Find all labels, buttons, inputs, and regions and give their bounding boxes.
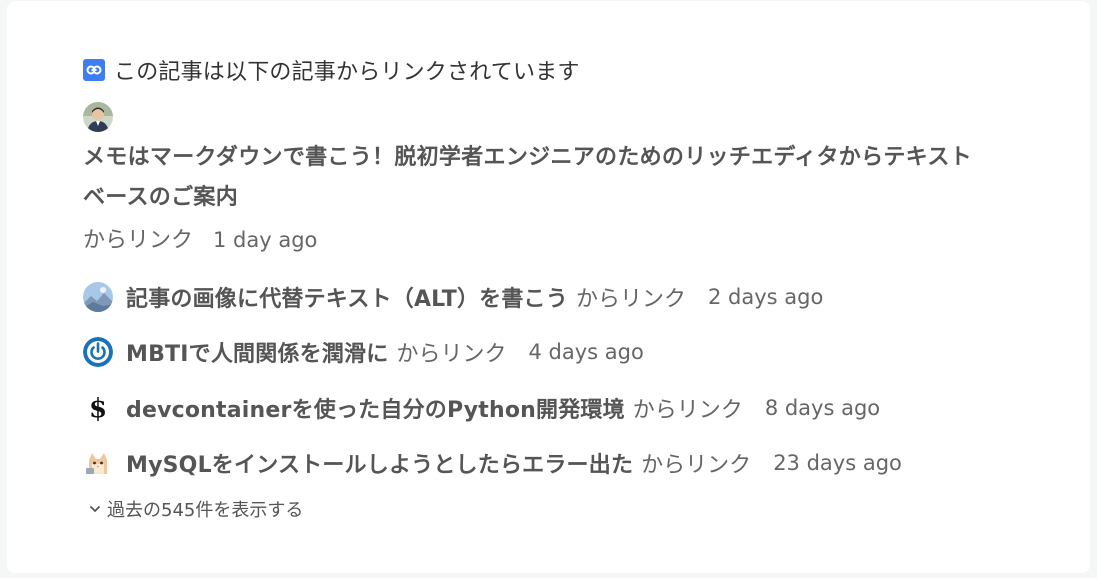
link-icon	[83, 59, 105, 81]
power-icon-avatar[interactable]	[83, 337, 113, 367]
cat-avatar[interactable]	[83, 448, 113, 478]
timestamp: 4 days ago	[528, 340, 644, 364]
link-suffix: からリンク	[83, 228, 194, 253]
list-item: MySQLをインストールしようとしたらエラー出た からリンク 23 days a…	[83, 443, 902, 483]
link-suffix: からリンク	[632, 398, 743, 423]
link-suffix: からリンク	[575, 287, 686, 312]
link-suffix: からリンク	[641, 453, 752, 478]
timestamp: 2 days ago	[707, 285, 824, 309]
article-title-link[interactable]: MySQLをインストールしようとしたらエラー出た	[126, 447, 633, 479]
list-item: 記事の画像に代替テキスト（ALT）を書こう からリンク 2 days ago	[83, 277, 823, 317]
article-title-link[interactable]: MBTIで人間関係を潤滑に	[126, 336, 388, 368]
show-more-label: 過去の545件を表示する	[107, 500, 304, 521]
article-title-link[interactable]: 記事の画像に代替テキスト（ALT）を書こう	[126, 281, 568, 313]
article-title-link[interactable]: devcontainerを使った自分のPython開発環境	[126, 392, 625, 424]
list-item: MBTIで人間関係を潤滑に からリンク 4 days ago	[83, 332, 644, 372]
list-item: メモはマークダウンで書こう！脱初学者エンジニアのためのリッチエディタからテキスト…	[83, 102, 983, 263]
backlinks-header: この記事は以下の記事からリンクされています	[83, 54, 580, 86]
dollar-icon-avatar[interactable]: $	[83, 393, 113, 423]
show-more-button[interactable]: 過去の545件を表示する	[89, 494, 303, 524]
timestamp: 23 days ago	[773, 451, 902, 475]
backlinks-title: この記事は以下の記事からリンクされています	[114, 60, 580, 85]
timestamp: 8 days ago	[764, 396, 881, 420]
link-meta: からリンク 1 day ago	[83, 218, 983, 263]
user-avatar-photo[interactable]	[83, 102, 113, 132]
list-item: $ devcontainerを使った自分のPython開発環境 からリンク 8 …	[83, 388, 880, 428]
chevron-down-icon	[89, 499, 101, 520]
svg-text:$: $	[89, 394, 107, 423]
link-suffix: からリンク	[396, 342, 507, 367]
timestamp: 1 day ago	[213, 228, 318, 252]
article-title-link[interactable]: メモはマークダウンで書こう！脱初学者エンジニアのためのリッチエディタからテキスト…	[83, 138, 983, 218]
landscape-avatar[interactable]	[83, 282, 113, 312]
